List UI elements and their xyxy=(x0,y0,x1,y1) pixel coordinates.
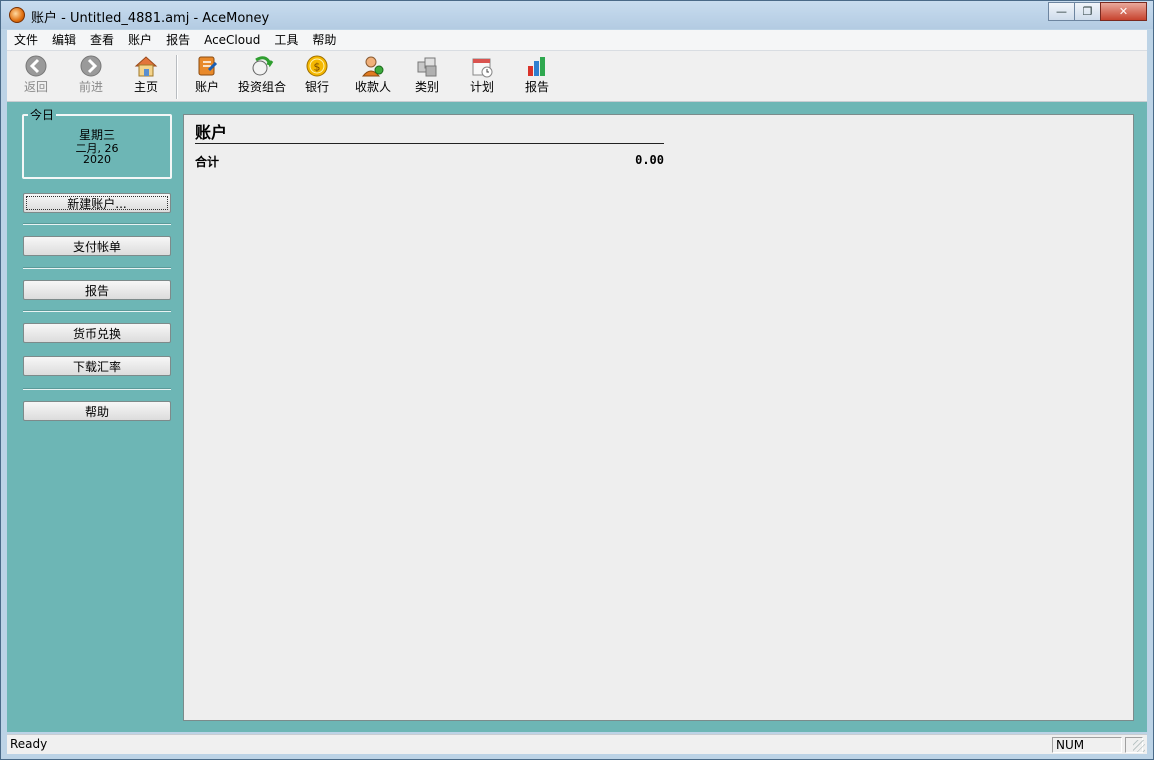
payee-person-icon xyxy=(361,54,385,78)
client-area: 今日 星期三 二月, 26 2020 新建账户... 支付帐单 报告 货币兑换 … xyxy=(7,102,1147,732)
sidebar-reports-button[interactable]: 报告 xyxy=(23,280,171,300)
resize-grip-icon[interactable] xyxy=(1133,740,1145,752)
payees-label: 收款人 xyxy=(354,80,391,94)
currency-exchange-button[interactable]: 货币兑换 xyxy=(23,323,171,343)
num-lock-indicator: NUM xyxy=(1052,737,1122,753)
menu-reports[interactable]: 报告 xyxy=(159,30,197,50)
accounts-book-icon xyxy=(195,54,219,78)
menu-help[interactable]: 帮助 xyxy=(305,30,343,50)
forward-arrow-icon xyxy=(79,54,103,78)
title-bar[interactable]: 账户 - Untitled_4881.amj - AceMoney — ❐ ✕ xyxy=(1,1,1153,29)
portfolio-label: 投资组合 xyxy=(237,80,286,94)
new-account-button[interactable]: 新建账户... xyxy=(23,193,171,213)
today-panel: 今日 星期三 二月, 26 2020 xyxy=(22,108,172,179)
reports-button[interactable]: 报告 xyxy=(518,54,556,100)
payees-button[interactable]: 收款人 xyxy=(351,54,395,100)
download-rates-button[interactable]: 下载汇率 xyxy=(23,356,171,376)
maximize-button[interactable]: ❐ xyxy=(1074,2,1101,21)
title-divider xyxy=(195,143,664,144)
back-label: 返回 xyxy=(23,80,48,94)
home-label: 主页 xyxy=(133,80,158,94)
categories-button[interactable]: 类别 xyxy=(408,54,446,100)
sidebar-separator xyxy=(23,388,171,390)
accounts-panel: 账户 合计 0.00 xyxy=(183,114,1134,721)
close-button[interactable]: ✕ xyxy=(1100,2,1147,21)
accounts-button[interactable]: 账户 xyxy=(188,54,226,100)
today-label: 今日 xyxy=(28,108,57,122)
menu-accounts[interactable]: 账户 xyxy=(121,30,159,50)
forward-button[interactable]: 前进 xyxy=(72,54,110,100)
status-text: Ready xyxy=(10,737,48,751)
back-button[interactable]: 返回 xyxy=(17,54,55,100)
pay-bills-button[interactable]: 支付帐单 xyxy=(23,236,171,256)
menu-file[interactable]: 文件 xyxy=(7,30,45,50)
coin-icon: $ xyxy=(305,54,329,78)
bank-label: 银行 xyxy=(304,80,329,94)
home-icon xyxy=(134,54,158,78)
svg-text:$: $ xyxy=(314,61,321,74)
app-logo-icon[interactable] xyxy=(9,7,25,23)
toolbar-separator xyxy=(176,55,178,99)
menu-edit[interactable]: 编辑 xyxy=(45,30,83,50)
sidebar-separator xyxy=(23,267,171,269)
window-title: 账户 - Untitled_4881.amj - AceMoney xyxy=(31,11,270,26)
total-label: 合计 xyxy=(195,155,220,169)
page-title: 账户 xyxy=(195,123,228,142)
sidebar-separator xyxy=(23,310,171,312)
toolbar: 返回 前进 主页 账户 投资组合 $ 银行 收款人 类别 计划 报告 xyxy=(7,51,1147,102)
home-button[interactable]: 主页 xyxy=(127,54,165,100)
menu-acecloud[interactable]: AceCloud xyxy=(197,30,267,50)
reports-label: 报告 xyxy=(524,80,549,94)
sidebar-separator xyxy=(23,223,171,225)
help-button[interactable]: 帮助 xyxy=(23,401,171,421)
bank-button[interactable]: $ 银行 xyxy=(298,54,336,100)
schedule-label: 计划 xyxy=(469,80,494,94)
menu-view[interactable]: 查看 xyxy=(83,30,121,50)
minimize-button[interactable]: — xyxy=(1048,2,1075,21)
forward-label: 前进 xyxy=(78,80,103,94)
status-bar: Ready NUM xyxy=(7,734,1147,754)
menu-bar: 文件 编辑 查看 账户 报告 AceCloud 工具 帮助 xyxy=(7,30,1147,51)
schedule-button[interactable]: 计划 xyxy=(463,54,501,100)
menu-tools[interactable]: 工具 xyxy=(267,30,305,50)
categories-boxes-icon xyxy=(415,54,439,78)
accounts-label: 账户 xyxy=(194,80,219,94)
app-window: 账户 - Untitled_4881.amj - AceMoney — ❐ ✕ … xyxy=(0,0,1154,760)
back-arrow-icon xyxy=(24,54,48,78)
portfolio-icon xyxy=(250,54,274,78)
today-year: 2020 xyxy=(83,153,111,166)
total-value: 0.00 xyxy=(635,153,664,167)
calendar-icon xyxy=(470,54,494,78)
bar-chart-icon xyxy=(525,54,549,78)
portfolio-button[interactable]: 投资组合 xyxy=(233,54,291,100)
categories-label: 类别 xyxy=(414,80,439,94)
